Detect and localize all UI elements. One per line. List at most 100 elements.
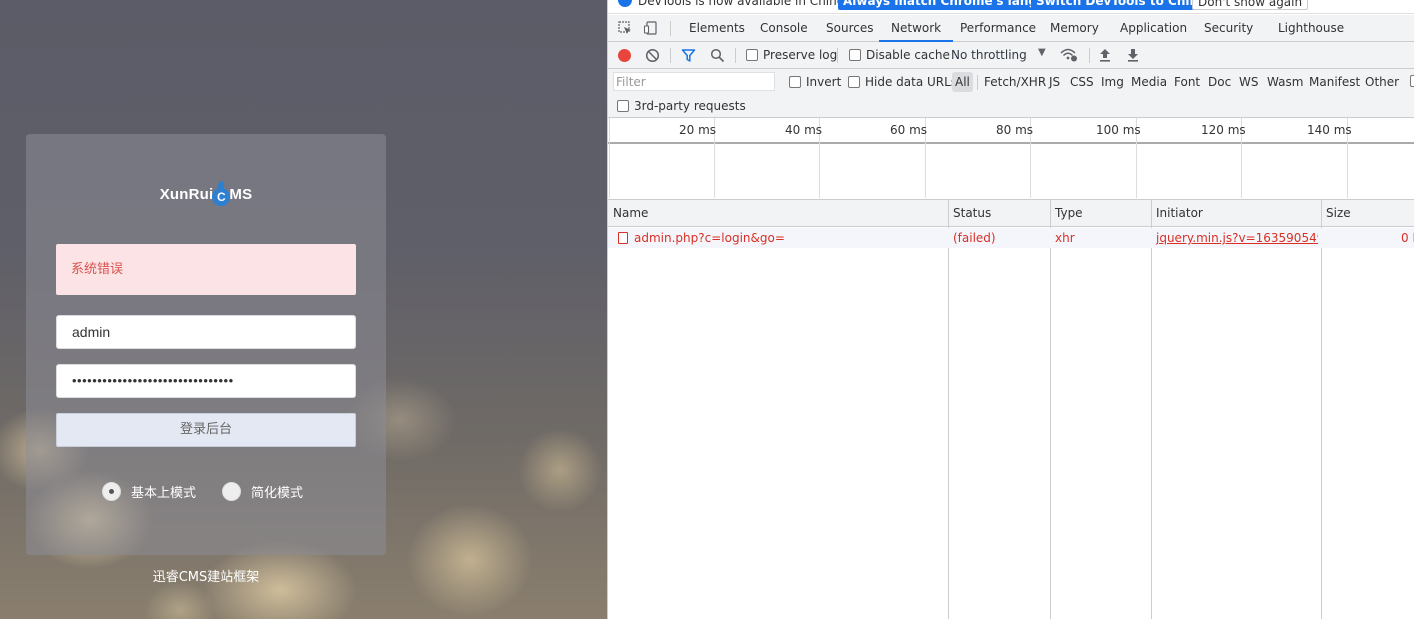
request-type: xhr <box>1055 231 1075 245</box>
timeline-tick-label: 80 ms <box>996 123 1034 137</box>
request-initiator-link[interactable]: jquery.min.js?v=1635905492:4 <box>1156 228 1318 248</box>
record-icon[interactable] <box>617 48 632 63</box>
disable-cache-label: Disable cache <box>866 48 950 62</box>
tab-performance[interactable]: Performance <box>960 15 1036 42</box>
timeline-gridline <box>609 118 610 198</box>
logo-text-prefix: XunRui <box>159 186 214 203</box>
request-size: 0 B <box>1401 231 1414 245</box>
inspect-element-icon[interactable] <box>618 21 632 35</box>
timeline-tick-label: 140 ms <box>1307 123 1352 137</box>
throttling-select[interactable]: No throttling <box>951 48 1027 62</box>
toolbar-separator <box>735 48 736 63</box>
device-toolbar-icon[interactable] <box>644 21 658 35</box>
invert-checkbox[interactable]: Invert <box>789 75 841 89</box>
filter-icon[interactable] <box>681 48 696 63</box>
devtools-tabbar: Elements Console Sources Network Perform… <box>608 15 1414 42</box>
login-card: XunRui C MS 系统错误 admin •••••••••••••••••••… <box>26 134 386 555</box>
type-filter-font[interactable]: Font <box>1174 72 1200 92</box>
third-party-checkbox[interactable]: 3rd-party requests <box>617 99 746 113</box>
login-button[interactable]: 登录后台 <box>56 413 356 447</box>
tabbar-separator <box>670 21 671 36</box>
request-status: (failed) <box>953 231 996 245</box>
mode-simple-label: 简化模式 <box>251 486 304 501</box>
checkbox-box[interactable] <box>789 76 801 88</box>
filter-separator <box>977 75 978 90</box>
tab-network[interactable]: Network <box>879 15 954 42</box>
checkbox-box[interactable] <box>848 76 860 88</box>
blocked-requests-checkbox[interactable] <box>1410 75 1414 87</box>
tab-lighthouse[interactable]: Lighthouse <box>1278 15 1344 42</box>
mode-basic-option[interactable]: 基本上模式 <box>102 482 196 501</box>
network-conditions-icon[interactable] <box>1060 47 1078 63</box>
type-filter-doc[interactable]: Doc <box>1208 72 1231 92</box>
third-party-label: 3rd-party requests <box>634 99 746 113</box>
import-har-icon[interactable] <box>1098 47 1112 63</box>
search-icon[interactable] <box>710 48 725 63</box>
type-filter-ws[interactable]: WS <box>1239 72 1258 92</box>
timeline-tick-label: 120 ms <box>1201 123 1246 137</box>
column-header-type[interactable]: Type <box>1050 200 1083 227</box>
tab-security[interactable]: Security <box>1204 15 1253 42</box>
type-filter-img[interactable]: Img <box>1101 72 1124 92</box>
type-filter-media[interactable]: Media <box>1131 72 1167 92</box>
column-header-status[interactable]: Status <box>948 200 991 227</box>
checkbox-box[interactable] <box>849 49 861 61</box>
column-header-size[interactable]: Size <box>1321 200 1351 227</box>
type-filter-fetch-xhr[interactable]: Fetch/XHR <box>984 72 1046 92</box>
toolbar-separator <box>670 48 671 63</box>
checkbox-box[interactable] <box>746 49 758 61</box>
type-filter-css[interactable]: CSS <box>1070 72 1094 92</box>
tab-sources[interactable]: Sources <box>826 15 873 42</box>
timeline-tick-label: 40 ms <box>785 123 823 137</box>
invert-label: Invert <box>806 75 842 89</box>
info-icon <box>618 0 632 7</box>
request-table-header: Name Status Type Initiator Size <box>608 200 1414 227</box>
table-row[interactable]: admin.php?c=login&go= (failed) xhr jquer… <box>608 228 1414 248</box>
type-filter-manifest[interactable]: Manifest <box>1309 72 1360 92</box>
column-divider[interactable] <box>1151 200 1152 619</box>
tab-elements[interactable]: Elements <box>689 15 745 42</box>
password-input[interactable]: •••••••••••••••••••••••••••••••• <box>56 364 356 398</box>
document-icon <box>618 232 628 244</box>
network-overview-timeline[interactable]: 20 ms 40 ms 60 ms 80 ms 100 ms 120 ms 14… <box>608 118 1414 200</box>
footer-brand: 迅睿CMS建站框架 <box>152 570 260 585</box>
type-filter-other[interactable]: Other <box>1365 72 1399 92</box>
toolbar-separator <box>1089 48 1090 63</box>
radio-checked-icon[interactable] <box>102 482 121 501</box>
export-har-icon[interactable] <box>1126 47 1140 63</box>
chevron-down-icon[interactable]: ▼ <box>1038 47 1046 58</box>
checkbox-box[interactable] <box>1410 75 1414 87</box>
request-name[interactable]: admin.php?c=login&go= <box>634 228 944 248</box>
column-divider[interactable] <box>1321 200 1322 619</box>
filter-bar: Filter Invert Hide data URLs All Fetch/X… <box>608 69 1414 118</box>
hide-data-urls-label: Hide data URLs <box>865 75 958 89</box>
timeline-tick-label: 20 ms <box>679 123 717 137</box>
column-divider[interactable] <box>948 200 949 619</box>
type-filter-wasm[interactable]: Wasm <box>1267 72 1303 92</box>
mode-simple-option[interactable]: 简化模式 <box>222 482 303 501</box>
language-infobar: DevTools is now available in Chinese! Al… <box>608 0 1414 14</box>
clear-icon[interactable] <box>645 48 660 63</box>
logo: XunRui C MS <box>26 186 386 206</box>
tab-memory[interactable]: Memory <box>1050 15 1099 42</box>
checkbox-box[interactable] <box>617 100 629 112</box>
username-input[interactable]: admin <box>56 315 356 349</box>
tab-console[interactable]: Console <box>760 15 808 42</box>
tab-application[interactable]: Application <box>1120 15 1187 42</box>
column-header-initiator[interactable]: Initiator <box>1151 200 1203 227</box>
type-filter-all[interactable]: All <box>952 72 973 92</box>
toolbar-separator <box>837 48 838 63</box>
mode-selector: 基本上模式 简化模式 <box>102 482 362 502</box>
radio-unchecked-icon[interactable] <box>222 482 241 501</box>
timeline-tick-label: 60 ms <box>890 123 928 137</box>
disable-cache-checkbox[interactable]: Disable cache <box>849 48 950 62</box>
type-filter-js[interactable]: JS <box>1049 72 1060 92</box>
hide-data-urls-checkbox[interactable]: Hide data URLs <box>848 75 957 89</box>
dont-show-again-button[interactable]: Don't show again <box>1192 0 1309 10</box>
column-header-name[interactable]: Name <box>608 200 648 227</box>
filter-input[interactable]: Filter <box>613 72 775 91</box>
error-alert: 系统错误 <box>56 244 356 295</box>
column-divider[interactable] <box>1050 200 1051 619</box>
preserve-log-label: Preserve log <box>763 48 838 62</box>
preserve-log-checkbox[interactable]: Preserve log <box>746 48 837 62</box>
